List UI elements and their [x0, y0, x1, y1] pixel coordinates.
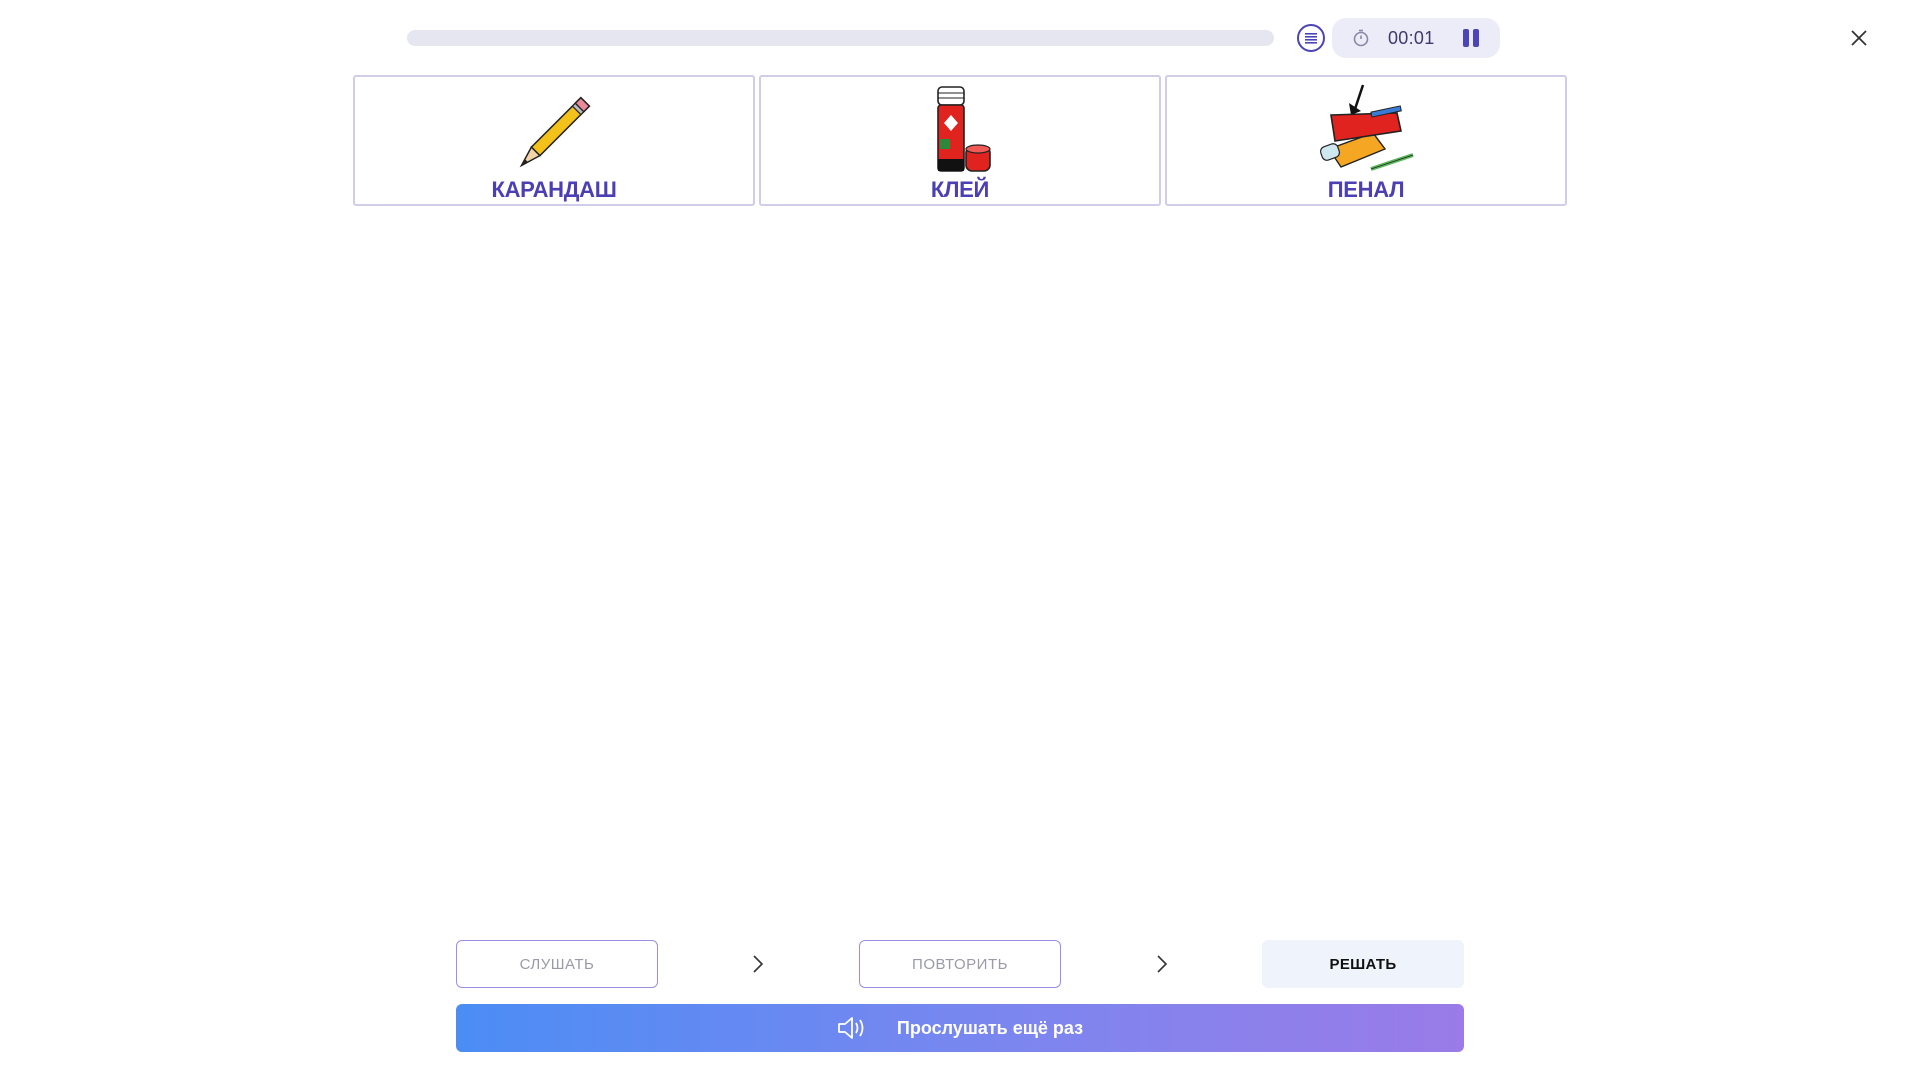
speaker-icon — [838, 1017, 864, 1039]
timer-value: 00:01 — [1388, 27, 1435, 48]
timer-panel: 00:01 — [1332, 18, 1500, 58]
close-icon — [1851, 30, 1867, 46]
card-label: КЛЕЙ — [930, 177, 990, 202]
stopwatch-icon — [1353, 29, 1369, 47]
chevron-right-icon — [753, 955, 764, 973]
card-label: ПЕНАЛ — [1327, 177, 1405, 202]
glue-stick-icon — [937, 86, 991, 172]
pause-icon-bar — [1473, 29, 1479, 47]
repeat-button[interactable]: ПОВТОРИТЬ — [859, 940, 1061, 988]
progress-bar — [407, 30, 1274, 46]
card-pencil[interactable]: КАРАНДАШ — [353, 75, 755, 206]
pause-icon-bar — [1463, 29, 1469, 47]
card-glue[interactable]: КЛЕЙ — [759, 75, 1161, 206]
step-navigation: СЛУШАТЬ ПОВТОРИТЬ РЕШАТЬ — [456, 940, 1464, 988]
answer-cards: КАРАНДАШ КЛЕЙ ПЕНАЛ — [353, 75, 1567, 206]
listen-button[interactable]: СЛУШАТЬ — [456, 940, 658, 988]
list-icon — [1305, 33, 1317, 44]
solve-button[interactable]: РЕШАТЬ — [1262, 940, 1464, 988]
card-pencil-case[interactable]: ПЕНАЛ — [1165, 75, 1567, 206]
close-button[interactable] — [1845, 24, 1873, 52]
replay-audio-button[interactable]: Прослушать ещё раз — [456, 1004, 1464, 1052]
pencil-icon — [519, 96, 591, 168]
card-label: КАРАНДАШ — [491, 177, 617, 202]
pause-button[interactable] — [1462, 29, 1480, 47]
task-list-button[interactable] — [1297, 24, 1325, 52]
pencil-case-icon — [1319, 84, 1414, 171]
chevron-right-icon — [1157, 955, 1168, 973]
replay-label: Прослушать ещё раз — [896, 1017, 1084, 1038]
